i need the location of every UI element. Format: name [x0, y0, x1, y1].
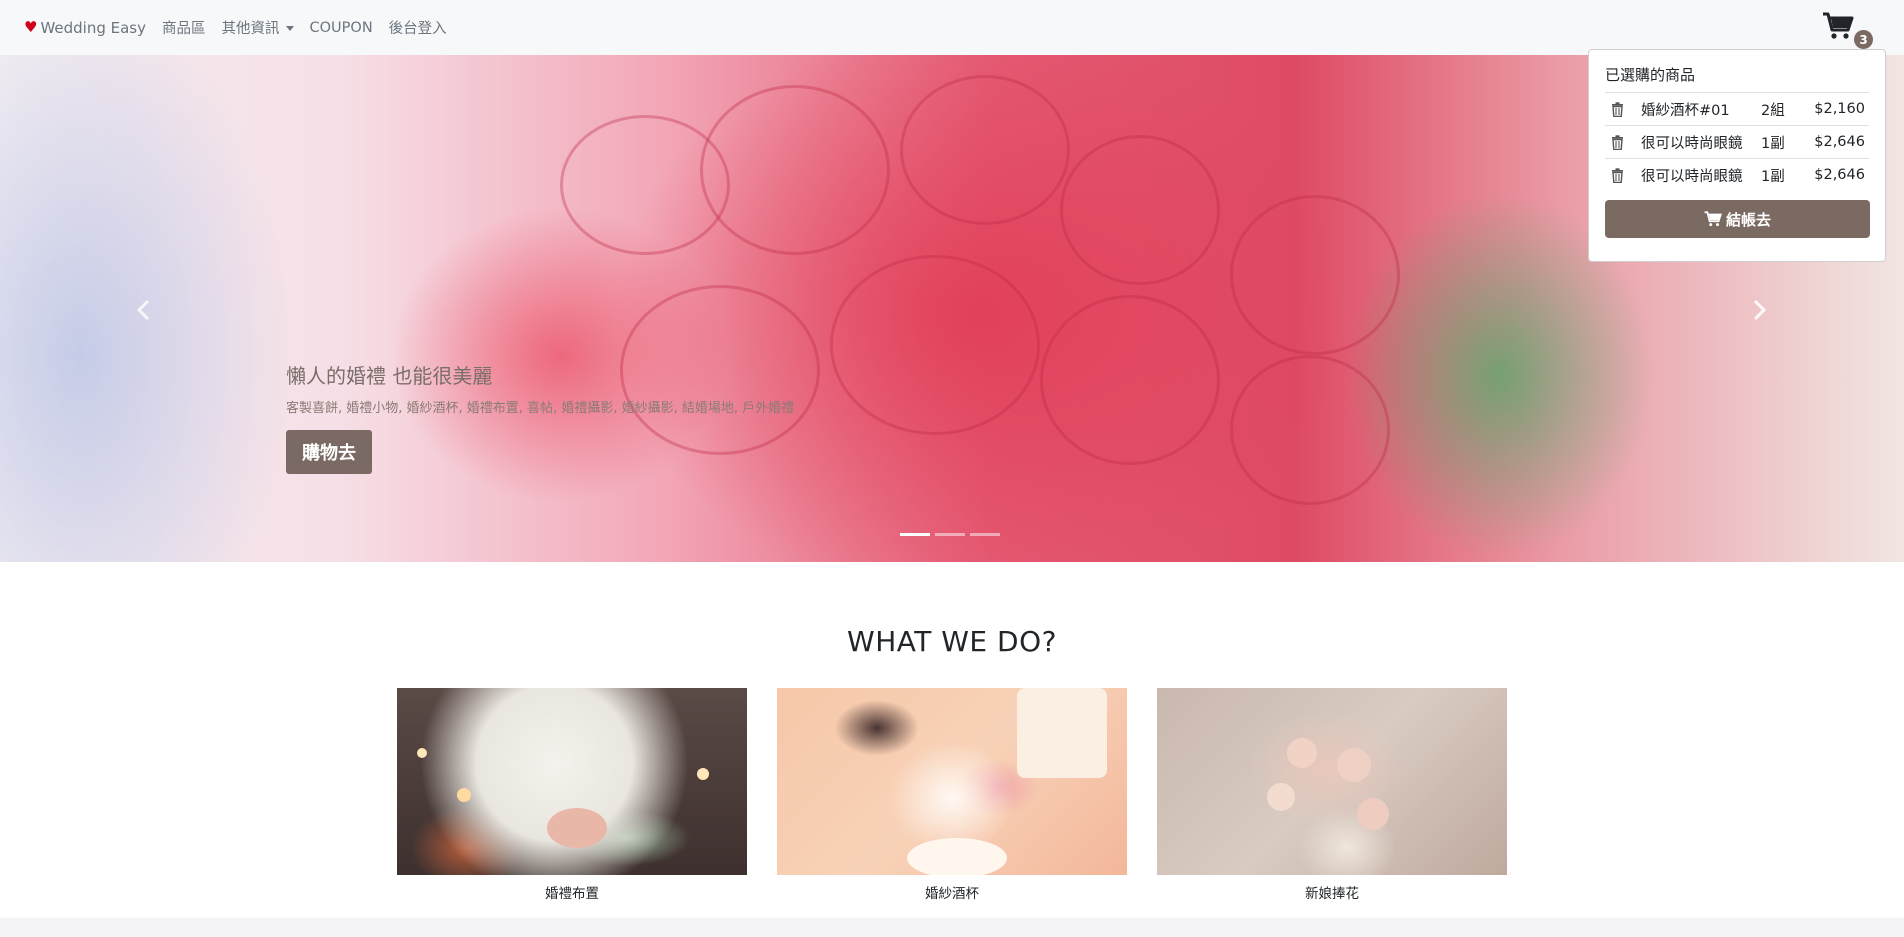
hero-caption: 懶人的婚禮 也能很美麗 客製喜餅, 婚禮小物, 婚紗酒杯, 婚禮布置, 喜帖, … — [286, 360, 794, 474]
bouquet-image — [1157, 688, 1507, 875]
navbar: ♥ Wedding Easy 商品區 其他資訊 COUPON 後台登入 3 — [0, 0, 1904, 55]
what-we-do-section: WHAT WE DO? 婚禮布置 婚紗酒杯 新娘捧花 — [0, 562, 1904, 918]
cart-item-qty: 1副 — [1761, 135, 1785, 152]
cart-item-price: $2,160 — [1814, 101, 1865, 117]
carousel-indicator-1[interactable] — [900, 533, 930, 536]
card-caption: 婚禮布置 — [545, 886, 599, 902]
hero-title: 懶人的婚禮 也能很美麗 — [286, 364, 493, 388]
trash-icon[interactable] — [1611, 134, 1633, 150]
hero-subtitle: 客製喜餅, 婚禮小物, 婚紗酒杯, 婚禮布置, 喜帖, 婚禮攝影, 婚紗攝影, … — [286, 401, 795, 416]
cart-button[interactable]: 3 — [1822, 10, 1878, 49]
carousel-indicator-2[interactable] — [935, 533, 965, 536]
card-caption: 新娘捧花 — [1305, 886, 1359, 902]
service-card-glasses[interactable]: 婚紗酒杯 — [777, 688, 1127, 902]
chevron-right-icon — [1753, 299, 1767, 321]
cart-item-qty: 1副 — [1761, 168, 1785, 185]
rose-decoration — [1230, 355, 1390, 505]
carousel-indicator-3[interactable] — [970, 533, 1000, 536]
chevron-left-icon — [136, 299, 150, 321]
cart-dropdown: 已選購的商品 婚紗酒杯#01 2組 $2,160 很可以時尚眼鏡 1副 $2,6… — [1588, 49, 1886, 262]
nav-admin-login-label: 後台登入 — [388, 21, 447, 37]
section-title: WHAT WE DO? — [847, 625, 1057, 658]
cart-item-name: 婚紗酒杯#01 — [1641, 102, 1730, 119]
wine-glass-image — [777, 688, 1127, 875]
trash-icon[interactable] — [1611, 101, 1633, 117]
carousel-indicators — [900, 533, 1000, 536]
rose-decoration — [830, 255, 1040, 435]
decoration-image — [397, 688, 747, 875]
checkout-button[interactable]: 結帳去 — [1605, 200, 1870, 238]
rose-decoration — [1230, 195, 1400, 355]
cart-item-row: 很可以時尚眼鏡 1副 $2,646 — [1605, 125, 1869, 158]
nav-products-label: 商品區 — [162, 21, 206, 37]
service-card-bouquet[interactable]: 新娘捧花 — [1157, 688, 1507, 902]
brand-label: Wedding Easy — [40, 18, 147, 37]
service-card-decoration[interactable]: 婚禮布置 — [397, 688, 747, 902]
heart-icon: ♥ — [24, 18, 38, 36]
shop-now-button[interactable]: 購物去 — [286, 430, 372, 474]
cart-item-name: 很可以時尚眼鏡 — [1641, 168, 1743, 185]
nav-admin-login[interactable]: 後台登入 — [389, 17, 447, 38]
rose-decoration — [1060, 135, 1220, 285]
nav-coupon[interactable]: COUPON — [310, 20, 373, 36]
card-caption: 婚紗酒杯 — [925, 886, 979, 902]
nav-products[interactable]: 商品區 — [162, 17, 206, 38]
checkout-label: 結帳去 — [1725, 210, 1771, 229]
rose-decoration — [1040, 295, 1220, 465]
cart-item-row: 婚紗酒杯#01 2組 $2,160 — [1605, 92, 1869, 125]
caret-down-icon — [285, 26, 294, 31]
cart-item-row: 很可以時尚眼鏡 1副 $2,646 — [1605, 158, 1869, 191]
nav-coupon-label: COUPON — [309, 19, 373, 36]
rose-decoration — [900, 75, 1070, 225]
cart-item-qty: 2組 — [1761, 102, 1785, 119]
carousel-next-button[interactable] — [1750, 295, 1770, 325]
brand-link[interactable]: ♥ Wedding Easy — [24, 19, 146, 37]
nav-other-info-label: 其他資訊 — [221, 21, 280, 37]
cart-heading: 已選購的商品 — [1605, 66, 1696, 84]
nav-other-info-dropdown[interactable]: 其他資訊 — [222, 17, 294, 38]
cart-count-badge: 3 — [1854, 30, 1873, 49]
cart-icon — [1704, 211, 1722, 227]
carousel-prev-button[interactable] — [133, 295, 153, 325]
footer-strip — [0, 918, 1904, 937]
rose-decoration — [700, 85, 890, 255]
cart-item-name: 很可以時尚眼鏡 — [1641, 135, 1743, 152]
cart-icon — [1823, 12, 1854, 39]
cart-item-price: $2,646 — [1814, 167, 1865, 183]
cart-item-price: $2,646 — [1814, 134, 1865, 150]
trash-icon[interactable] — [1611, 167, 1633, 183]
